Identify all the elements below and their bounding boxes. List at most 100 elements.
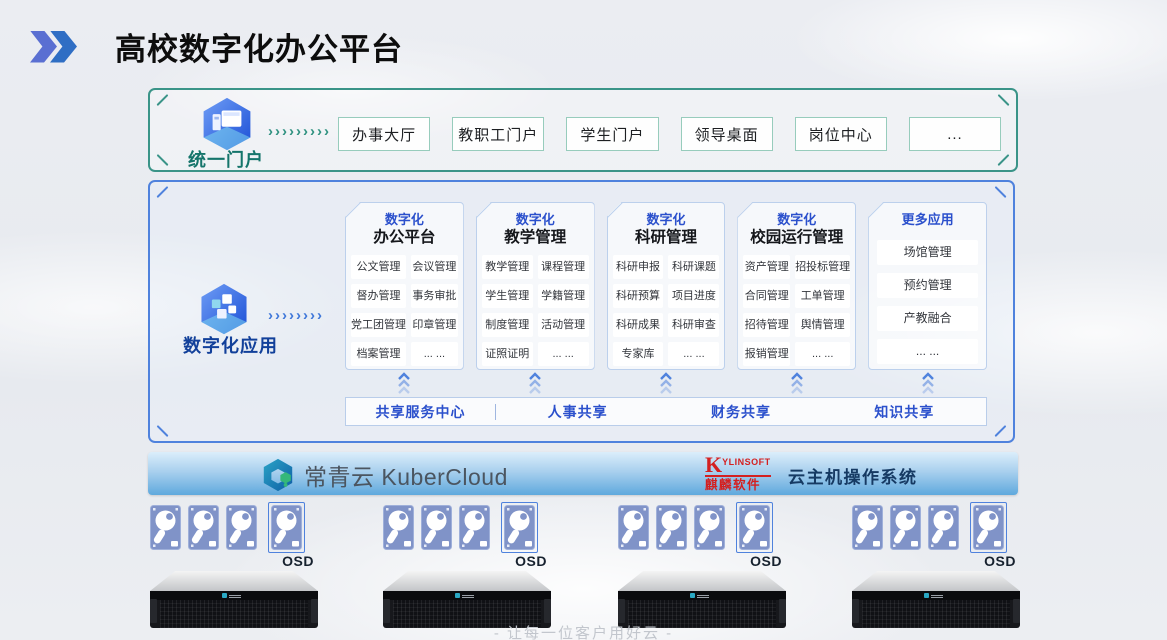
app-card-teaching: 数字化 教学管理 教学管理 课程管理 学生管理 学籍管理 制度管理 活动管理 证…: [476, 202, 595, 370]
server-logo-icon: [222, 593, 227, 598]
app-item[interactable]: 科研成果: [613, 313, 664, 337]
app-item[interactable]: 制度管理: [482, 313, 533, 337]
osd-label: OSD: [383, 553, 551, 569]
kubercloud-logo: 常青云 KuberCloud: [260, 457, 508, 493]
disk-row: [383, 505, 551, 550]
app-item[interactable]: 公文管理: [351, 255, 406, 279]
app-item[interactable]: ... ...: [411, 342, 458, 366]
card-tag: 数字化: [738, 211, 855, 228]
corner-slash-icon: [994, 425, 1006, 437]
app-item[interactable]: 场馆管理: [877, 240, 978, 265]
corner-slash-icon: [156, 186, 168, 198]
app-item[interactable]: 科研审查: [668, 313, 719, 337]
app-cards: 数字化 办公平台 公文管理 会议管理 督办管理 事务审批 党工团管理 印章管理 …: [345, 202, 987, 370]
portal-button-post-center[interactable]: 岗位中心: [795, 117, 887, 151]
app-item[interactable]: 督办管理: [351, 284, 406, 308]
shared-knowledge[interactable]: 知识共享: [823, 402, 986, 422]
app-card-research: 数字化 科研管理 科研申报 科研课题 科研预算 项目进度 科研成果 科研审查 专…: [607, 202, 726, 370]
portal-section: 统一门户 ››››››››› 办事大厅 教职工门户 学生门户 领导桌面 岗位中心…: [148, 88, 1018, 172]
app-item[interactable]: 会议管理: [411, 255, 458, 279]
app-item[interactable]: 证照证明: [482, 342, 533, 366]
kubercloud-icon: [260, 457, 296, 493]
hdd-selected-frame: [736, 502, 773, 553]
server-logo-icon: [455, 593, 460, 598]
hdd-selected-frame: [268, 502, 305, 553]
hdd-icon: [459, 505, 490, 550]
hdd-selected-frame: [970, 502, 1007, 553]
app-item[interactable]: 学生管理: [482, 284, 533, 308]
app-item[interactable]: 工单管理: [795, 284, 850, 308]
app-item[interactable]: 印章管理: [411, 313, 458, 337]
apps-section: 数字化应用 ›››››››› 数字化 办公平台 公文管理 会议管理 督办管理 事…: [148, 180, 1015, 443]
app-item[interactable]: 党工团管理: [351, 313, 406, 337]
disk-row: [852, 505, 1020, 550]
shared-hr[interactable]: 人事共享: [496, 402, 659, 422]
hdd-icon: [656, 505, 687, 550]
header: 高校数字化办公平台: [30, 24, 403, 69]
up-arrows-icon: [790, 372, 804, 394]
portal-button-service-hall[interactable]: 办事大厅: [338, 117, 430, 151]
up-arrows-icon: [528, 372, 542, 394]
app-item[interactable]: ... ...: [668, 342, 719, 366]
app-item[interactable]: ... ...: [877, 339, 978, 364]
portal-button-student-portal[interactable]: 学生门户: [566, 117, 658, 151]
hdd-icon: [694, 505, 725, 550]
app-item[interactable]: 科研预算: [613, 284, 664, 308]
rack-server: [150, 571, 318, 628]
app-item[interactable]: 学籍管理: [538, 284, 589, 308]
card-title: 科研管理: [608, 228, 725, 248]
kylin-cn: 麒麟软件: [705, 479, 771, 492]
app-item[interactable]: ... ...: [795, 342, 850, 366]
hdd-icon: [852, 505, 883, 550]
card-tag: 数字化: [608, 211, 725, 228]
app-item[interactable]: ... ...: [538, 342, 589, 366]
rack-server: [383, 571, 551, 628]
shared-finance[interactable]: 财务共享: [659, 402, 822, 422]
portal-button-leader-desktop[interactable]: 领导桌面: [681, 117, 773, 151]
app-item[interactable]: 招待管理: [743, 313, 790, 337]
app-item[interactable]: 科研申报: [613, 255, 664, 279]
app-item[interactable]: 合同管理: [743, 284, 790, 308]
app-item[interactable]: 科研课题: [668, 255, 719, 279]
rack-server: [618, 571, 786, 628]
app-item[interactable]: 招投标管理: [795, 255, 850, 279]
app-item[interactable]: 产教融合: [877, 306, 978, 331]
app-item[interactable]: 事务审批: [411, 284, 458, 308]
server-logo-text: [462, 594, 474, 598]
app-card-more: 更多应用 场馆管理 预约管理 产教融合 ... ...: [868, 202, 987, 370]
hdd-icon: [504, 505, 535, 550]
server-top: [383, 571, 551, 591]
card-title: 教学管理: [477, 228, 594, 248]
portal-button-more[interactable]: ...: [909, 117, 1001, 151]
disk-row: [150, 505, 318, 550]
app-item[interactable]: 预约管理: [877, 273, 978, 298]
portal-button-staff-portal[interactable]: 教职工门户: [452, 117, 544, 151]
osd-label: OSD: [618, 553, 786, 569]
app-item[interactable]: 资产管理: [743, 255, 790, 279]
kubercloud-wordmark: 常青云 KuberCloud: [304, 458, 508, 492]
app-card-office: 数字化 办公平台 公文管理 会议管理 督办管理 事务审批 党工团管理 印章管理 …: [345, 202, 464, 370]
portal-cube-icon: [200, 96, 254, 152]
card-tag: 更多应用: [869, 211, 986, 228]
app-item[interactable]: 项目进度: [668, 284, 719, 308]
app-item[interactable]: 舆情管理: [795, 313, 850, 337]
app-item[interactable]: 活动管理: [538, 313, 589, 337]
rack-server: [852, 571, 1020, 628]
up-arrows-icon: [397, 372, 411, 394]
app-item[interactable]: 教学管理: [482, 255, 533, 279]
up-arrows-icon: [659, 372, 673, 394]
kylin-wordmark: YLINSOFT: [722, 458, 771, 467]
shared-services-bar: 共享服务中心 人事共享 财务共享 知识共享: [345, 397, 987, 426]
flow-arrows-icon: ››››››››: [268, 308, 324, 323]
server-logo-text: [229, 594, 241, 598]
app-item[interactable]: 课程管理: [538, 255, 589, 279]
shared-service-center[interactable]: 共享服务中心: [346, 404, 496, 420]
up-arrow-row: [345, 372, 987, 394]
app-item[interactable]: 报销管理: [743, 342, 790, 366]
hdd-icon: [188, 505, 219, 550]
app-item[interactable]: 档案管理: [351, 342, 406, 366]
storage-node: OSD: [150, 505, 318, 628]
slide: 高校数字化办公平台 统一门户 ››››››››› 办事大厅 教职工门户 学生门户…: [0, 0, 1167, 640]
server-logo-icon: [690, 593, 695, 598]
app-item[interactable]: 专家库: [613, 342, 664, 366]
